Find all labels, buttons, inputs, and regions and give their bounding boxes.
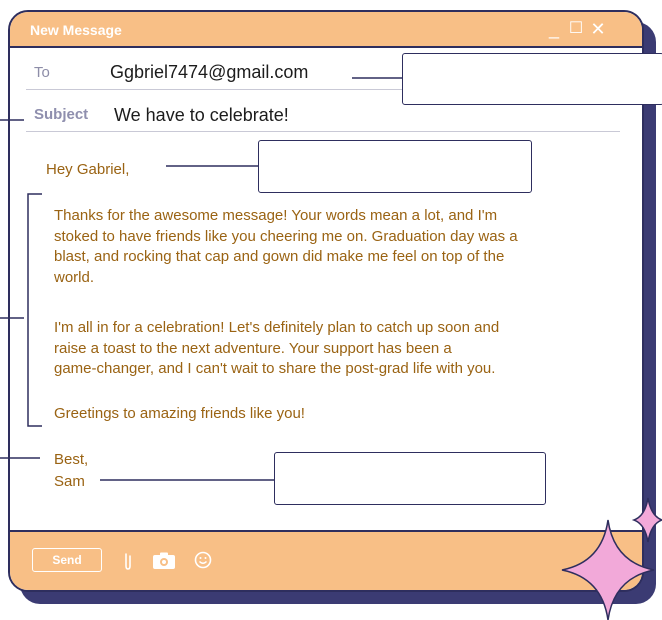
camera-icon[interactable]	[152, 552, 176, 575]
close-icon[interactable]: ✕	[590, 18, 606, 40]
to-label: To	[34, 64, 50, 81]
greeting-text: Hey Gabriel,	[46, 161, 130, 178]
send-button[interactable]: Send	[32, 548, 102, 572]
annotation-box-closing	[274, 452, 546, 505]
footer-toolbar: Send	[10, 530, 642, 590]
paragraph-2: I'm all in for a celebration! Let's defi…	[54, 318, 499, 380]
paragraph-2-line: I'm all in for a celebration! Let's defi…	[54, 319, 500, 336]
title-bar: New Message _ ☐ ✕	[10, 12, 642, 48]
annotation-box-recipient	[402, 53, 662, 105]
to-field[interactable]: Ggbriel7474@gmail.com	[110, 62, 308, 83]
minimize-icon[interactable]: _	[546, 18, 562, 40]
paragraph-1: Thanks for the awesome message! Your wor…	[54, 206, 518, 288]
emoji-icon[interactable]	[194, 551, 212, 574]
paragraph-1-line: Thanks for the awesome message! Your wor…	[54, 207, 498, 224]
signature-text: Sam	[54, 473, 85, 490]
window-controls: _ ☐ ✕	[546, 18, 606, 40]
maximize-icon[interactable]: ☐	[568, 18, 584, 40]
subject-label: Subject	[34, 106, 89, 123]
paragraph-2-line: game-changer, and I can't wait to share …	[54, 360, 496, 377]
annotation-box-greeting	[258, 140, 532, 193]
paragraph-1-line: stoked to have friends like you cheering…	[54, 227, 518, 245]
paragraph-1-line: blast, and rocking that cap and gown did…	[54, 248, 505, 265]
closing-text: Best,	[54, 451, 89, 468]
paperclip-icon[interactable]	[122, 550, 134, 577]
subject-field[interactable]: We have to celebrate!	[114, 105, 289, 126]
paragraph-2-line: raise a toast to the next adventure. You…	[54, 339, 452, 357]
paragraph-1-line: world.	[54, 268, 95, 286]
paragraph-3: Greetings to amazing friends like you!	[54, 405, 305, 422]
window-title: New Message	[30, 22, 122, 38]
